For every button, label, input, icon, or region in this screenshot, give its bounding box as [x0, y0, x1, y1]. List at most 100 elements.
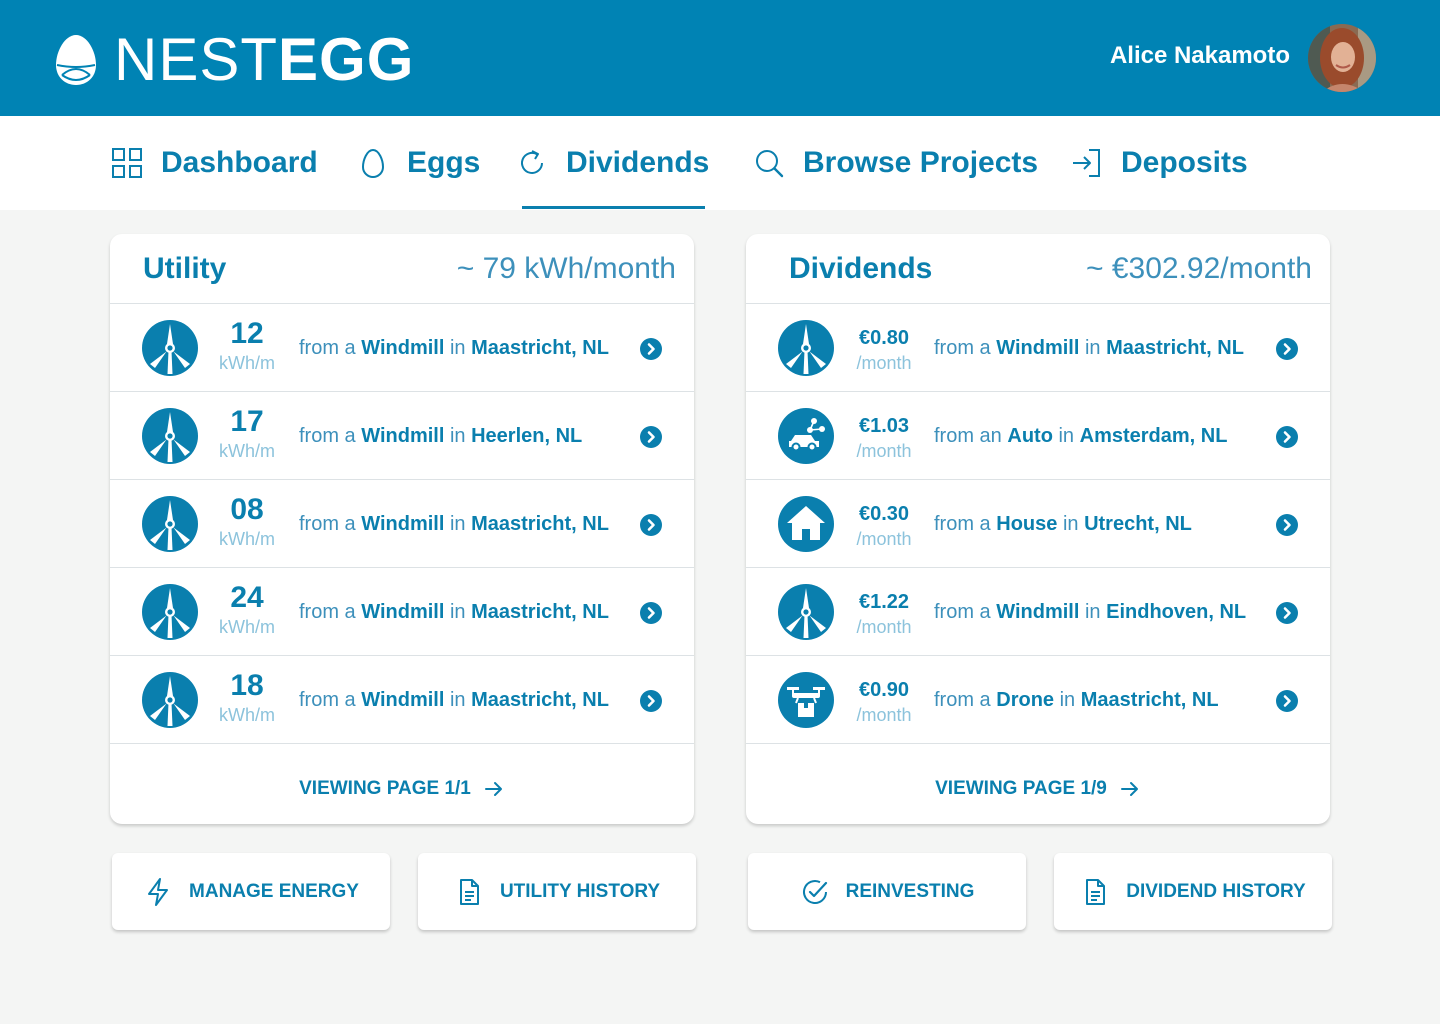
utility-row[interactable]: 08 kWh/m from a Windmill in Maastricht, …	[110, 480, 694, 568]
chevron-right-circle-icon[interactable]	[640, 690, 662, 712]
source-description: from an Auto in Amsterdam, NL	[934, 423, 1227, 449]
desc-sep: in	[449, 425, 466, 447]
chevron-right-circle-icon[interactable]	[1276, 690, 1298, 712]
avatar-photo-icon	[1308, 24, 1376, 92]
windmill-icon	[142, 320, 198, 376]
button-label: MANAGE ENERGY	[189, 880, 359, 902]
desc-sep: in	[449, 337, 466, 359]
source-type: Windmill	[361, 601, 445, 623]
utility-unit: kWh/m	[219, 441, 275, 461]
source-description: from a Windmill in Maastricht, NL	[299, 599, 609, 625]
brand-logo[interactable]: NESTEGG	[54, 30, 414, 90]
arrow-right-icon	[1119, 778, 1141, 800]
dividend-amount: €0.30	[858, 503, 910, 525]
button-label: REINVESTING	[845, 880, 975, 902]
desc-prefix: from an	[934, 425, 1002, 447]
brand-wordmark: NESTEGG	[114, 30, 414, 90]
source-type: Windmill	[361, 513, 445, 535]
dividend-history-button[interactable]: DIVIDEND HISTORY	[1054, 853, 1332, 930]
nav-eggs[interactable]: Eggs	[357, 116, 480, 210]
utility-amount: 24	[230, 581, 264, 614]
source-description: from a Windmill in Eindhoven, NL	[934, 599, 1246, 625]
desc-prefix: from a	[299, 601, 356, 623]
dividend-row[interactable]: €0.90 /month from a Drone in Maastricht,…	[746, 656, 1330, 744]
chevron-right-circle-icon[interactable]	[1276, 338, 1298, 360]
source-description: from a Windmill in Heerlen, NL	[299, 423, 582, 449]
windmill-icon	[142, 584, 198, 640]
dividend-row[interactable]: €0.80 /month from a Windmill in Maastric…	[746, 304, 1330, 392]
egg-logo-icon	[56, 35, 96, 85]
manage-energy-button[interactable]: MANAGE ENERGY	[112, 853, 390, 930]
nav-browse-projects[interactable]: Browse Projects	[753, 116, 1038, 210]
nav-label: Dividends	[566, 146, 710, 179]
desc-prefix: from a	[299, 425, 356, 447]
utility-amount: 17	[230, 405, 264, 438]
source-type: House	[996, 513, 1058, 535]
desc-sep: in	[1062, 513, 1079, 535]
source-type: Windmill	[361, 425, 445, 447]
chevron-right-circle-icon[interactable]	[1276, 514, 1298, 536]
utility-history-button[interactable]: UTILITY HISTORY	[418, 853, 696, 930]
dividend-amount: €1.03	[858, 415, 910, 437]
sign-in-icon	[1073, 149, 1100, 177]
panel-title: Dividends	[789, 252, 933, 285]
source-description: from a Windmill in Maastricht, NL	[299, 511, 609, 537]
utility-row[interactable]: 24 kWh/m from a Windmill in Maastricht, …	[110, 568, 694, 656]
grid-icon	[112, 148, 142, 178]
nav-dashboard[interactable]: Dashboard	[111, 116, 318, 210]
document-icon	[454, 877, 484, 907]
check-circle-icon	[802, 879, 827, 904]
nav-label: Dashboard	[161, 146, 318, 179]
drone-icon	[778, 672, 834, 728]
brand-wordmark-bold: EGG	[278, 26, 415, 93]
chevron-right-circle-icon[interactable]	[1276, 426, 1298, 448]
utility-panel: Utility ~ 79 kWh/month 12 kWh/m from a W…	[110, 234, 694, 824]
user-name[interactable]: Alice Nakamoto	[1110, 40, 1290, 72]
chevron-right-circle-icon[interactable]	[640, 426, 662, 448]
utility-pagination[interactable]: VIEWING PAGE 1/1	[110, 754, 694, 824]
utility-unit: kWh/m	[219, 617, 275, 637]
refresh-icon	[521, 150, 543, 174]
button-label: UTILITY HISTORY	[499, 880, 661, 902]
dividend-amount: €0.90	[858, 679, 910, 701]
source-place: Utrecht, NL	[1084, 513, 1192, 535]
dividend-row[interactable]: €1.22 /month from a Windmill in Eindhove…	[746, 568, 1330, 656]
chevron-right-circle-icon[interactable]	[640, 602, 662, 624]
nav-label: Eggs	[407, 146, 481, 179]
utility-unit: kWh/m	[219, 705, 275, 725]
source-place: Maastricht, NL	[1080, 689, 1219, 711]
pagination-label: VIEWING PAGE 1/9	[935, 778, 1107, 799]
chevron-right-circle-icon[interactable]	[1276, 602, 1298, 624]
source-place: Maastricht, NL	[1106, 337, 1244, 359]
active-tab-indicator	[522, 206, 705, 209]
desc-sep: in	[1058, 425, 1075, 447]
source-place: Maastricht, NL	[471, 513, 609, 535]
nav-deposits[interactable]: Deposits	[1071, 116, 1248, 210]
dividend-unit: /month	[856, 353, 912, 373]
source-description: from a House in Utrecht, NL	[934, 511, 1192, 537]
nav-dividends[interactable]: Dividends	[516, 116, 709, 210]
top-bar: NESTEGG Alice Nakamoto	[0, 0, 1440, 116]
dividend-row[interactable]: €0.30 /month from a House in Utrecht, NL	[746, 480, 1330, 568]
reinvesting-button[interactable]: REINVESTING	[748, 853, 1026, 930]
panel-header: Utility ~ 79 kWh/month	[110, 234, 694, 304]
utility-row[interactable]: 18 kWh/m from a Windmill in Maastricht, …	[110, 656, 694, 744]
chevron-right-circle-icon[interactable]	[640, 514, 662, 536]
utility-row[interactable]: 17 kWh/m from a Windmill in Heerlen, NL	[110, 392, 694, 480]
utility-row[interactable]: 12 kWh/m from a Windmill in Maastricht, …	[110, 304, 694, 392]
chevron-right-circle-icon[interactable]	[640, 338, 662, 360]
desc-prefix: from a	[934, 601, 991, 623]
windmill-icon	[778, 584, 834, 640]
dividends-total: ~ €302.92/month	[1085, 252, 1312, 285]
car-share-icon	[778, 408, 834, 464]
dividend-unit: /month	[856, 705, 912, 725]
dividends-pagination[interactable]: VIEWING PAGE 1/9	[746, 754, 1330, 824]
avatar[interactable]	[1308, 24, 1376, 92]
windmill-icon	[778, 320, 834, 376]
desc-prefix: from a	[934, 337, 991, 359]
document-icon	[1080, 877, 1110, 907]
dividend-row[interactable]: €1.03 /month from an Auto in Amsterdam, …	[746, 392, 1330, 480]
source-type: Windmill	[996, 601, 1080, 623]
source-place: Heerlen, NL	[471, 425, 583, 447]
dividend-amount: €0.80	[858, 327, 910, 349]
